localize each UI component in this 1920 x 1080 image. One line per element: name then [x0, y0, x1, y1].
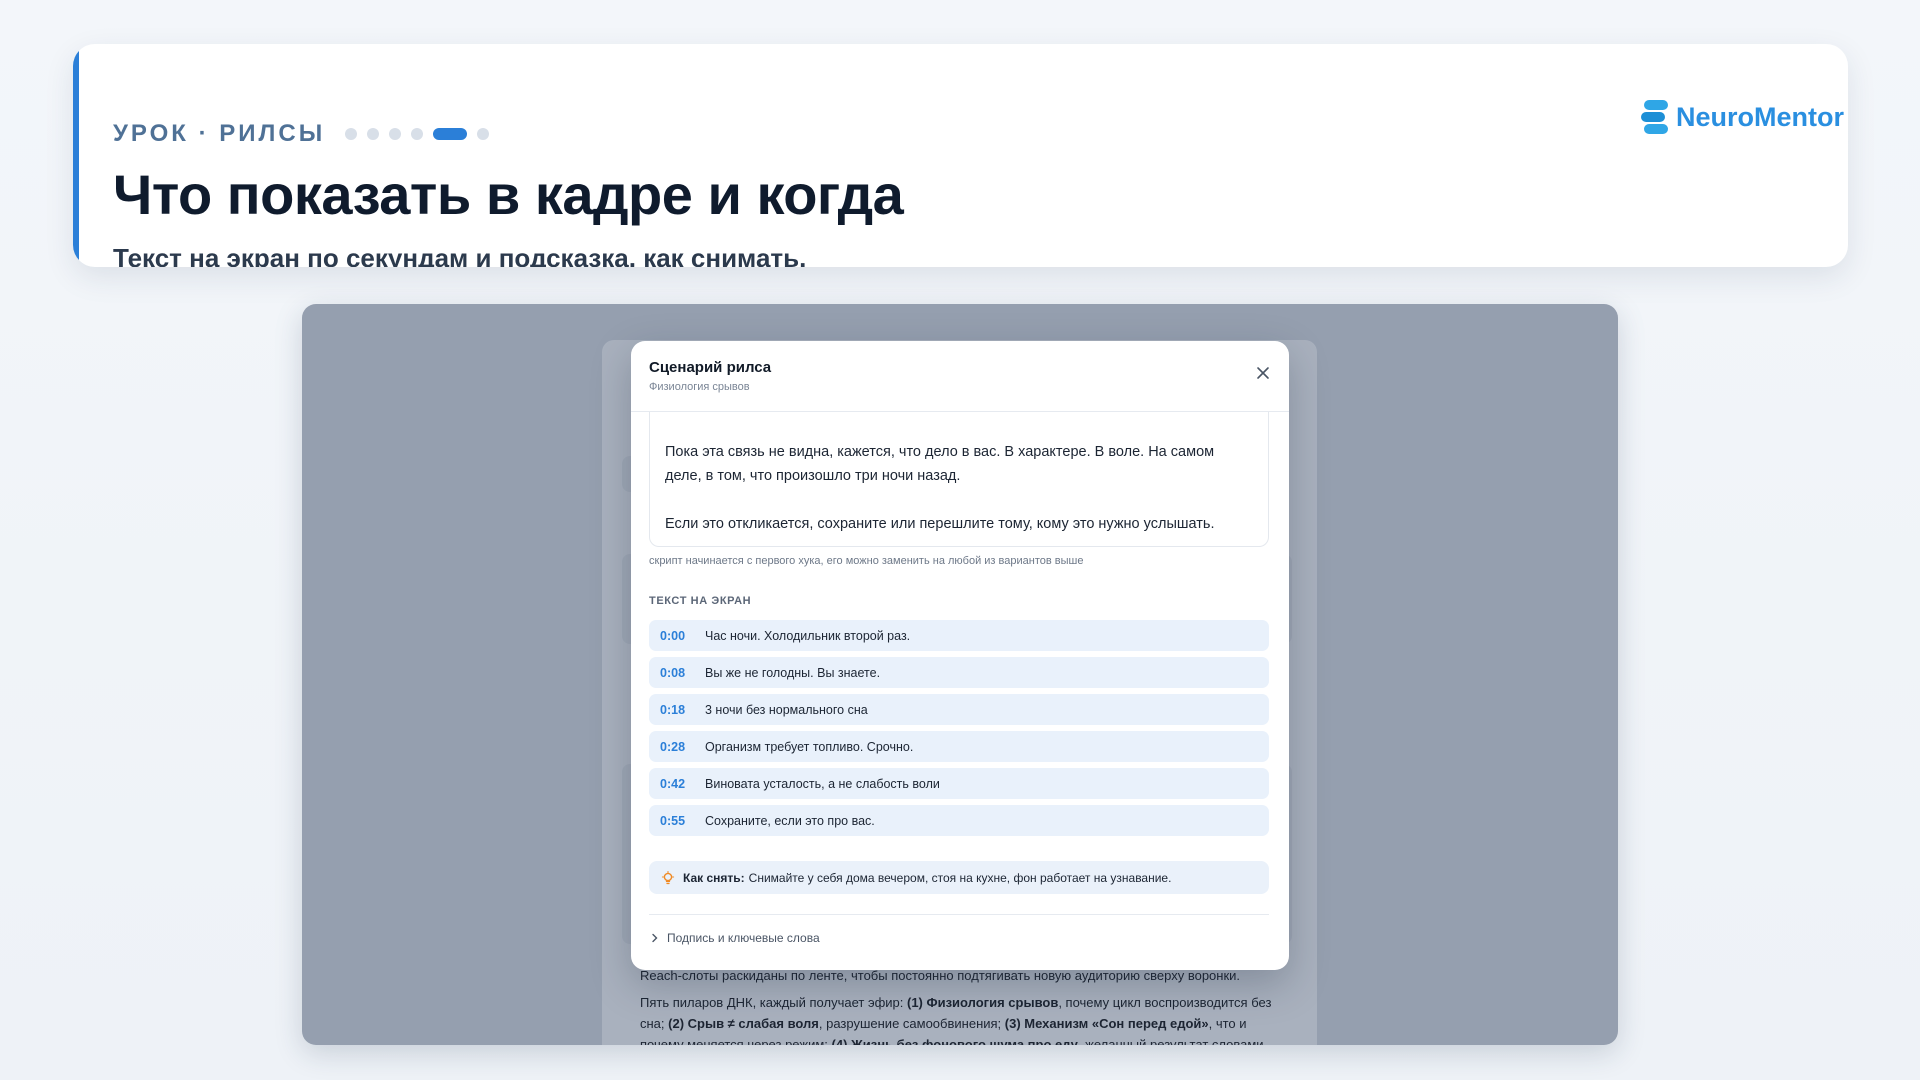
brand-logo: NeuroMentor	[1638, 100, 1844, 134]
accordion-label: Подпись и ключевые слова	[667, 931, 820, 945]
progress-dot	[477, 128, 490, 140]
progress-dot	[389, 128, 402, 140]
timestamp: 0:28	[660, 739, 686, 754]
tip-text: Снимайте у себя дома вечером, стоя на ку…	[748, 870, 1172, 885]
script-text-box: Пока эта связь не видна, кажется, что де…	[649, 412, 1269, 547]
page-title: Что показать в кадре и когда	[113, 163, 904, 226]
tip-label: Как снять:	[683, 870, 745, 885]
modal-subtitle: Физиология срывов	[649, 381, 750, 393]
timeline-row: 0:00 Час ночи. Холодильник второй раз.	[649, 620, 1269, 651]
timestamp: 0:42	[660, 776, 686, 791]
timeline-row: 0:42 Виновата усталость, а не слабость в…	[649, 768, 1269, 799]
divider	[649, 914, 1269, 915]
page-subtitle: Текст на экран по секундам и подсказка, …	[113, 243, 807, 267]
modal-header: Сценарий рилса Физиология срывов	[631, 341, 1289, 412]
neuromentor-logo-icon	[1638, 100, 1668, 134]
timestamp: 0:08	[660, 665, 686, 680]
reel-script-modal: Сценарий рилса Физиология срывов Пока эт…	[631, 341, 1289, 970]
lesson-header-card: УРОК · РИЛСЫ Что показать в кадре и когд…	[73, 44, 1848, 267]
timeline-row: 0:18 3 ночи без нормального сна	[649, 694, 1269, 725]
progress-dot	[345, 128, 358, 140]
script-paragraph: Пока эта связь не видна, кажется, что де…	[665, 444, 1215, 484]
close-button[interactable]	[1251, 361, 1275, 385]
timeline-row: 0:08 Вы же не голодны. Вы знаете.	[649, 657, 1269, 688]
timeline-row: 0:55 Сохраните, если это про вас.	[649, 805, 1269, 836]
progress-dot	[367, 128, 380, 140]
lesson-kicker: УРОК · РИЛСЫ	[113, 120, 326, 147]
progress-dot-active	[433, 128, 468, 140]
timestamp: 0:00	[660, 628, 686, 643]
timestamp: 0:55	[660, 813, 686, 828]
kicker-row: УРОК · РИЛСЫ	[113, 120, 490, 148]
caption-text: Вы же не голодны. Вы знаете.	[705, 665, 881, 680]
on-screen-text-timeline: 0:00 Час ночи. Холодильник второй раз. 0…	[649, 620, 1269, 842]
timeline-row: 0:28 Организм требует топливо. Срочно.	[649, 731, 1269, 762]
caption-keywords-toggle[interactable]: Подпись и ключевые слова	[651, 931, 820, 945]
app-screenshot: Reach-слоты раскиданы по ленте, чтобы по…	[302, 304, 1618, 1045]
on-screen-text-heading: ТЕКСТ НА ЭКРАН	[649, 595, 752, 607]
script-note: скрипт начинается с первого хука, его мо…	[649, 555, 1084, 567]
modal-title: Сценарий рилса	[649, 359, 772, 376]
timestamp: 0:18	[660, 702, 686, 717]
caption-text: Час ночи. Холодильник второй раз.	[705, 628, 911, 643]
caption-text: Сохраните, если это про вас.	[705, 813, 875, 828]
progress-dots	[345, 128, 490, 140]
close-icon	[1257, 367, 1269, 379]
chevron-right-icon	[652, 933, 658, 943]
background-text-pillars: Пять пиларов ДНК, каждый получает эфир: …	[640, 995, 1272, 1045]
accent-bar	[73, 44, 79, 267]
caption-text: Организм требует топливо. Срочно.	[705, 739, 914, 754]
lightbulb-icon	[661, 870, 675, 884]
caption-text: Виновата усталость, а не слабость воли	[705, 776, 940, 791]
script-paragraph: Если это откликается, сохраните или пере…	[665, 516, 1215, 532]
progress-dot	[411, 128, 424, 140]
brand-name: NeuroMentor	[1676, 101, 1844, 132]
shooting-tip: Как снять: Снимайте у себя дома вечером,…	[649, 861, 1269, 894]
caption-text: 3 ночи без нормального сна	[705, 702, 868, 717]
